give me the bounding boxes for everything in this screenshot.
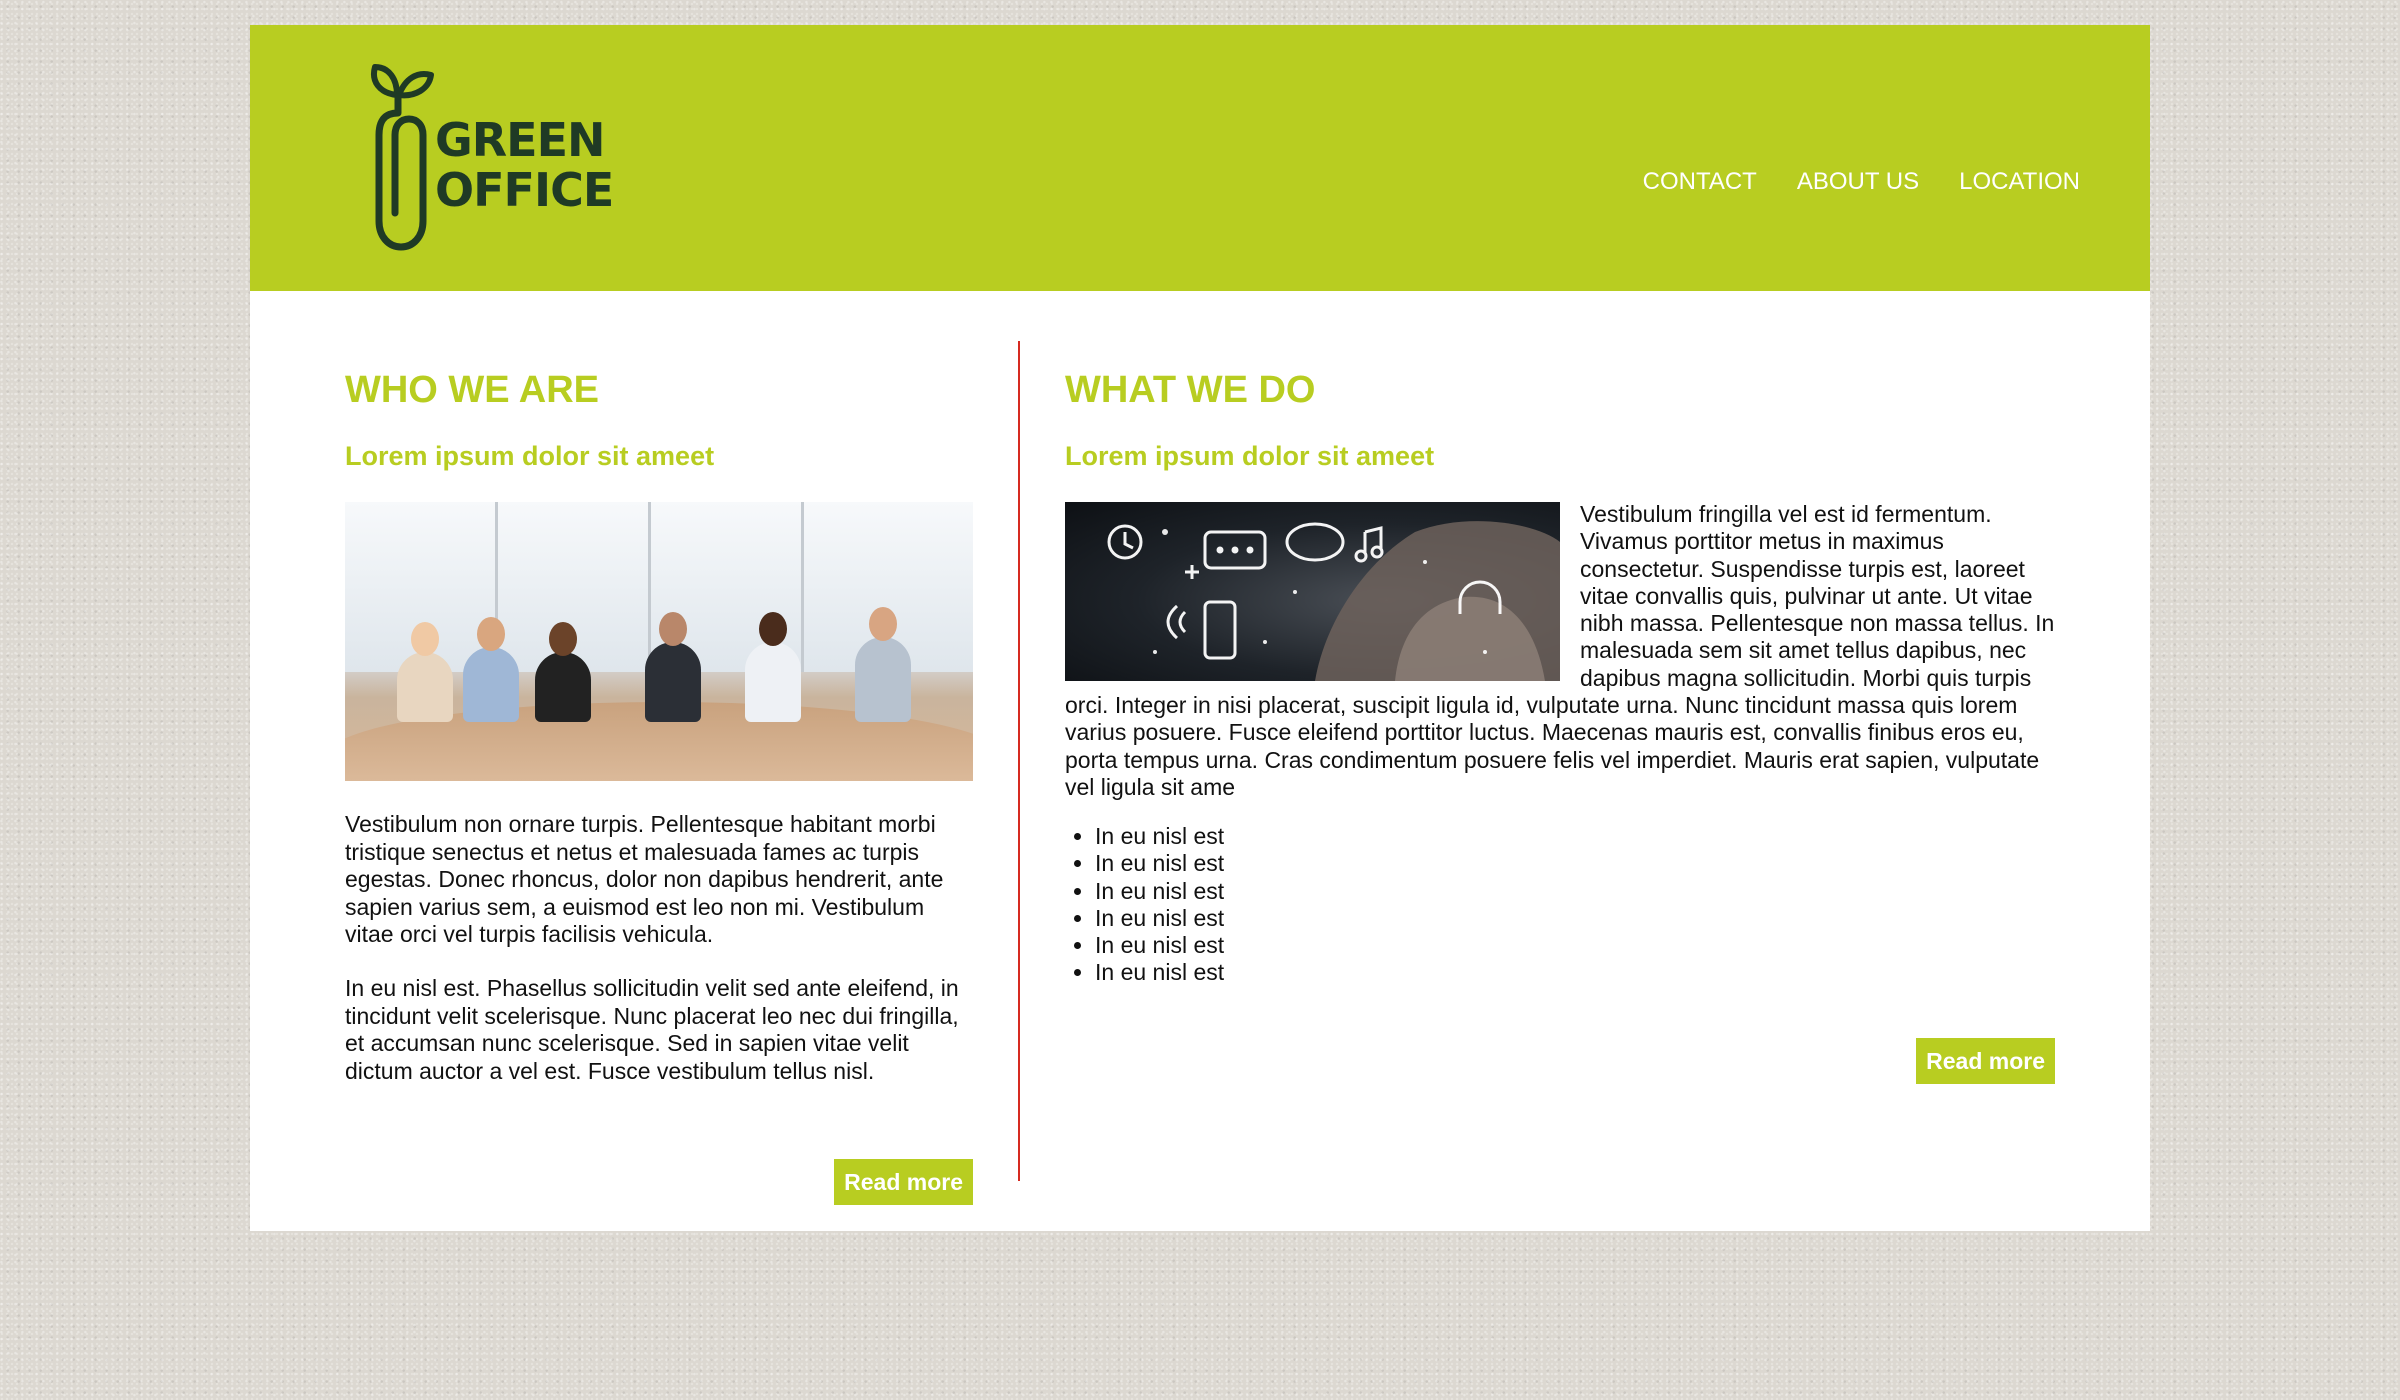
nav-contact[interactable]: CONTACT bbox=[1643, 168, 1757, 196]
section-subtitle: Lorem ipsum dolor sit ameet bbox=[345, 441, 715, 471]
paragraph: In eu nisl est. Phasellus sollicitudin v… bbox=[345, 975, 959, 1084]
column-divider bbox=[1018, 341, 1020, 1181]
read-more-button[interactable]: Read more bbox=[834, 1159, 973, 1205]
nav-about-us[interactable]: ABOUT US bbox=[1797, 168, 1919, 196]
image-float-spacer bbox=[1065, 501, 1580, 691]
site-header: GREEN OFFICE CONTACT ABOUT US LOCATION bbox=[250, 25, 2150, 291]
section-title: WHO WE ARE bbox=[345, 369, 600, 411]
list-item: In eu nisl est bbox=[1095, 959, 1224, 986]
list-item: In eu nisl est bbox=[1095, 878, 1224, 905]
main-nav: CONTACT ABOUT US LOCATION bbox=[1643, 168, 2080, 196]
list-item: In eu nisl est bbox=[1095, 823, 1224, 850]
page-container: GREEN OFFICE CONTACT ABOUT US LOCATION W… bbox=[250, 25, 2150, 1231]
list-item: In eu nisl est bbox=[1095, 932, 1224, 959]
nav-location[interactable]: LOCATION bbox=[1959, 168, 2080, 196]
paragraph: Vestibulum fringilla vel est id fermentu… bbox=[1065, 501, 2055, 801]
team-photo bbox=[345, 502, 973, 781]
paperclip-sprout-icon bbox=[371, 64, 434, 251]
logo-text-line2: OFFICE bbox=[435, 163, 614, 217]
section-subtitle: Lorem ipsum dolor sit ameet bbox=[1065, 441, 1435, 471]
list-item: In eu nisl est bbox=[1095, 905, 1224, 932]
paragraph: Vestibulum non ornare turpis. Pellentesq… bbox=[345, 811, 944, 947]
bullet-list: In eu nisl est In eu nisl est In eu nisl… bbox=[1065, 823, 1224, 987]
read-more-button[interactable]: Read more bbox=[1916, 1038, 2055, 1084]
logo-text-line1: GREEN bbox=[435, 113, 606, 167]
list-item: In eu nisl est bbox=[1095, 850, 1224, 877]
section-title: WHAT WE DO bbox=[1065, 369, 1316, 411]
logo[interactable]: GREEN OFFICE bbox=[365, 53, 614, 253]
